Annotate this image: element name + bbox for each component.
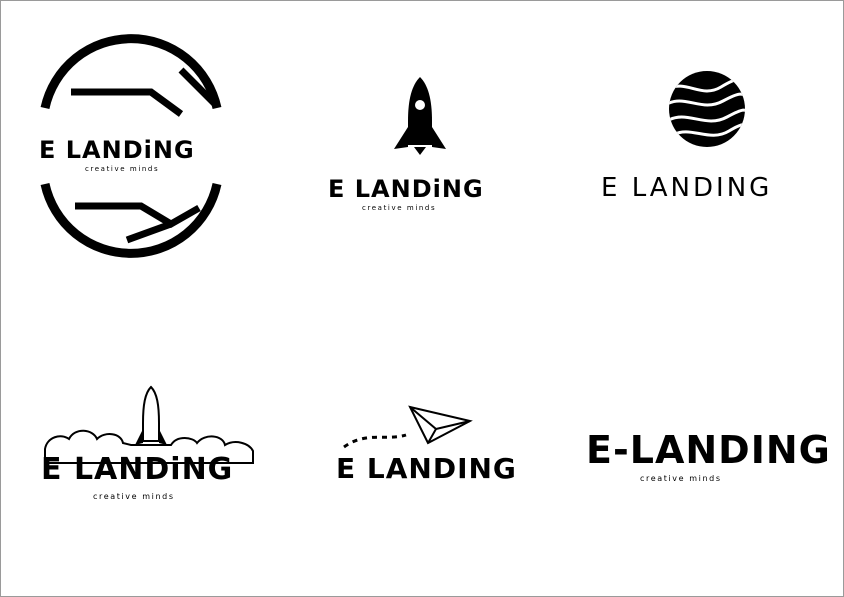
- wordmark: E-LANDING: [586, 428, 831, 472]
- tagline: creative minds: [362, 204, 437, 212]
- logo-e-landing: E-LANDING creative minds: [586, 431, 830, 491]
- wordmark: E LANDING: [601, 173, 773, 203]
- logo-wavy-sphere: E LANDING: [601, 69, 821, 209]
- wordmark: E LANDING: [336, 452, 517, 485]
- wordmark: E LANDiNG: [39, 136, 195, 164]
- logo-circular-emblem: E LANDiNG creative minds: [31, 34, 231, 258]
- rocket-launch-clouds-icon: [44, 385, 254, 464]
- logo-paper-plane: E LANDING: [336, 401, 516, 491]
- paper-plane-icon: [343, 405, 473, 449]
- tagline: creative minds: [85, 165, 160, 173]
- rocket-icon: [394, 77, 446, 155]
- logo-rocket: E LANDiNG creative minds: [326, 71, 526, 221]
- tagline: creative minds: [93, 492, 175, 501]
- wordmark: E LANDiNG: [41, 452, 234, 487]
- wavy-sphere-icon: [669, 71, 745, 147]
- tagline: creative minds: [640, 474, 722, 483]
- artboard: E LANDiNG creative minds E LANDiNG creat…: [0, 0, 844, 597]
- wordmark: E LANDiNG: [328, 175, 484, 203]
- logo-rocket-launch: E LANDiNG creative minds: [39, 383, 269, 513]
